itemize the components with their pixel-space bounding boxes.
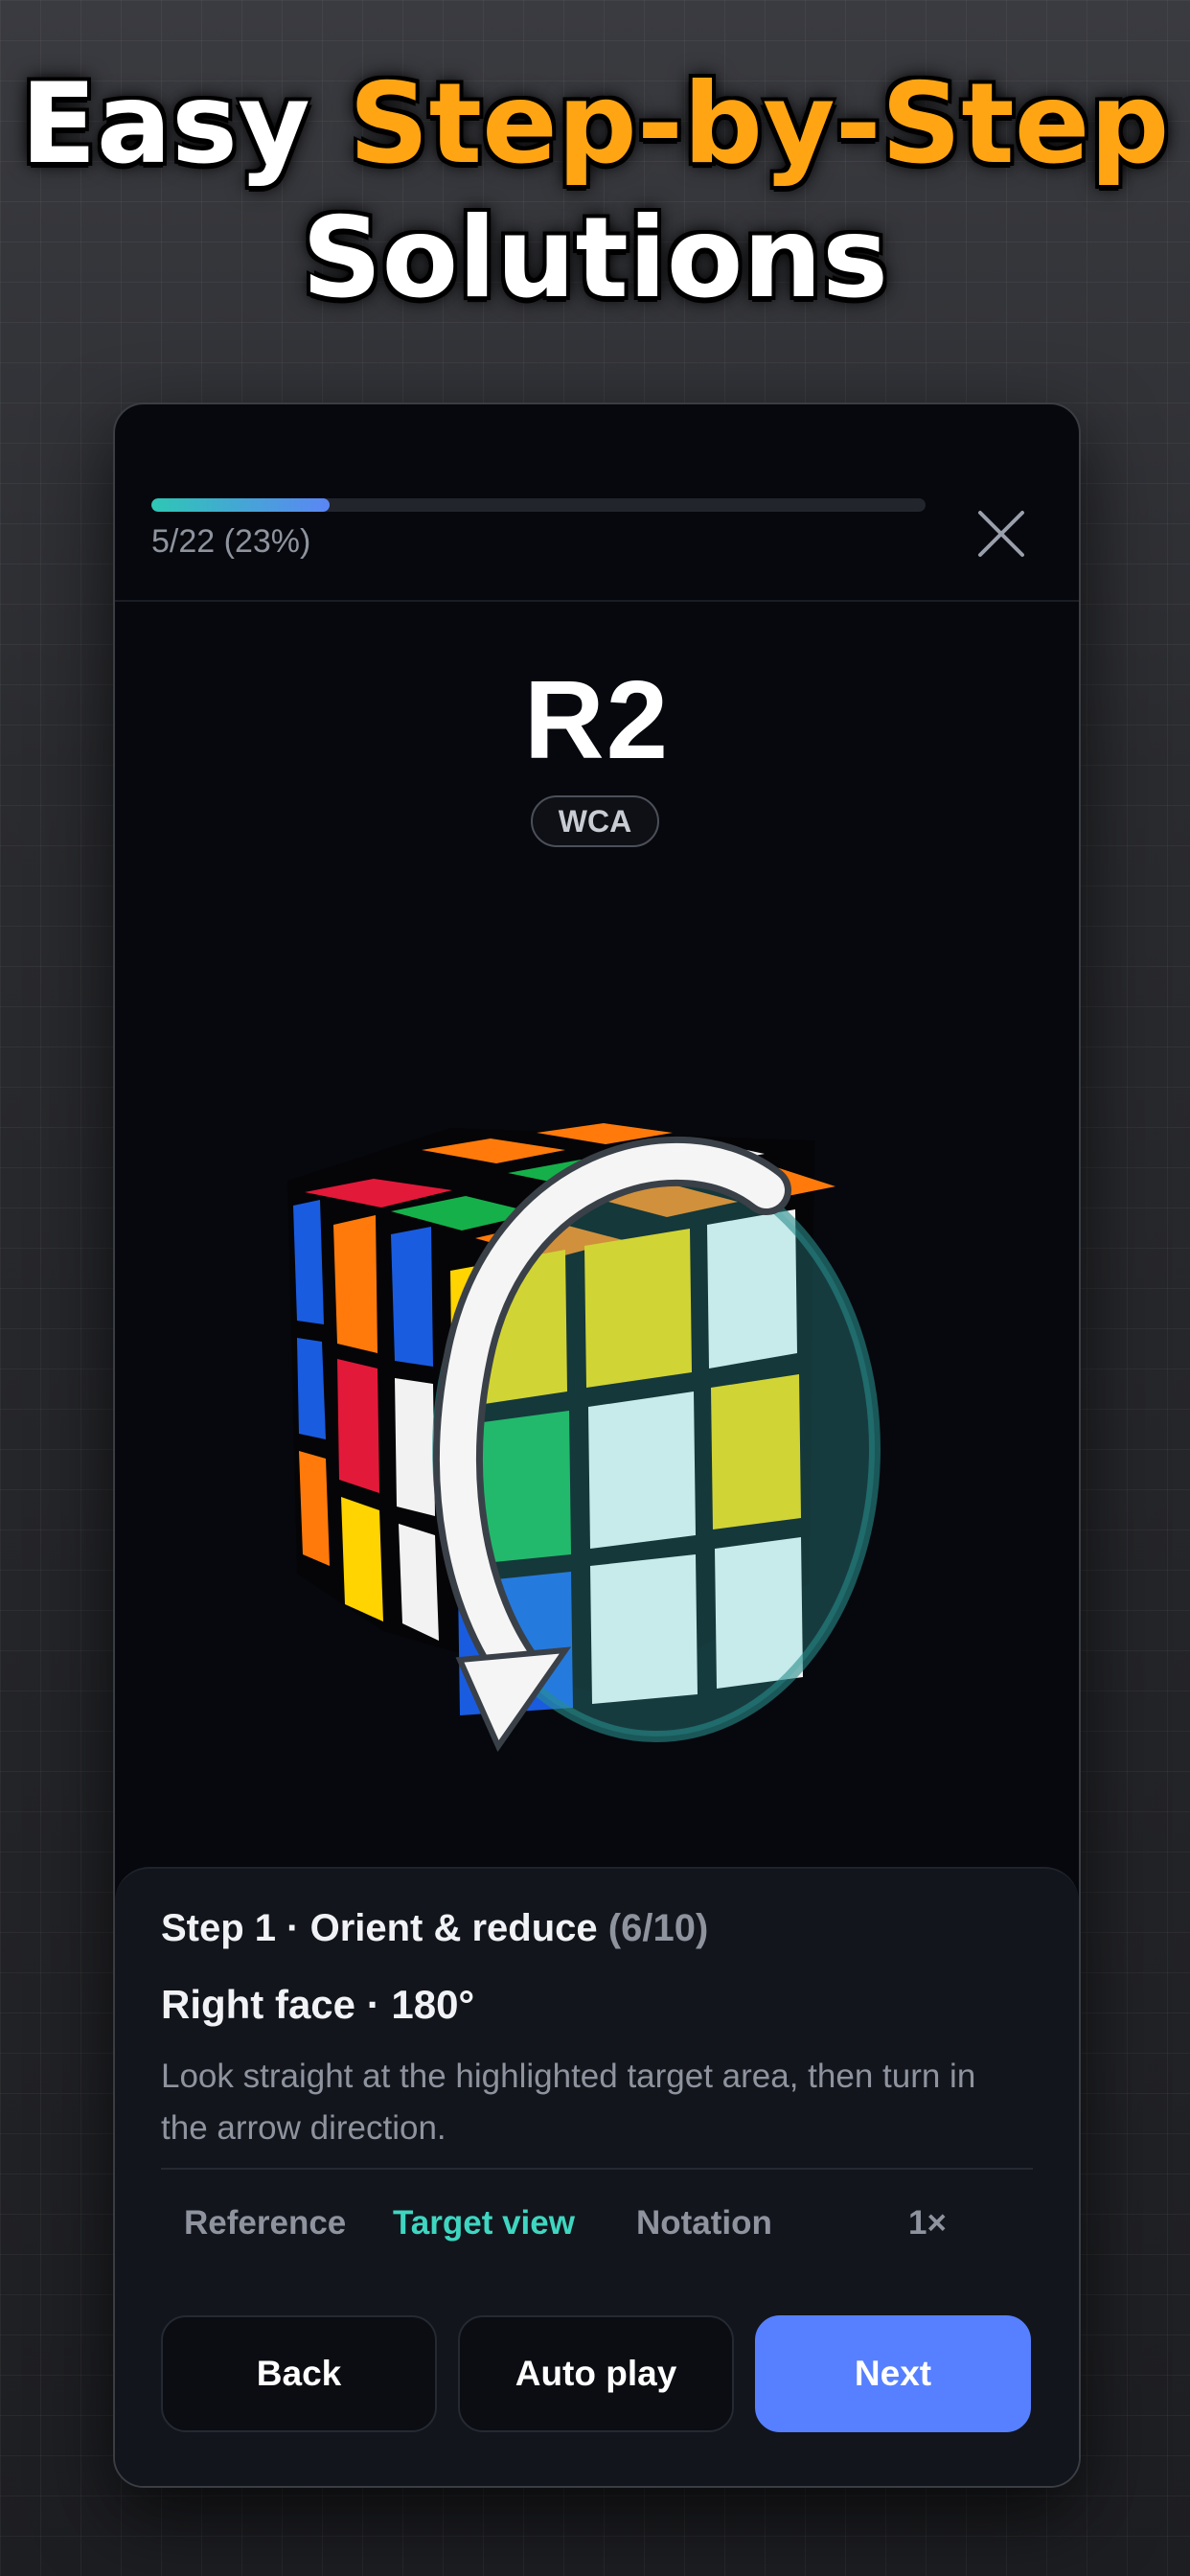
cube-sticker [341,1497,383,1622]
auto-play-button[interactable]: Auto play [458,2315,734,2432]
move-notation: R2 [523,657,671,782]
progress-label: 5/22 (23%) [151,523,311,560]
cube-sticker [299,1451,330,1566]
progress-fill [151,498,330,512]
headline-line-2: Solutions [301,194,889,323]
headline-accent: Step-by-Step [349,59,1170,189]
tab-notation[interactable]: Notation [636,2204,772,2242]
progress-bar [151,498,926,512]
close-icon [978,511,1024,557]
header-divider [115,600,1079,602]
step-title-text: Step 1 · Orient & reduce [161,1907,598,1949]
headline-line-1: Easy Step-by-Step [0,58,1190,192]
cube-sticker [333,1215,378,1353]
panel-divider [161,2168,1033,2170]
view-tabs: Reference Target view Notation 1× [161,2204,1033,2262]
step-subtitle: Right face · 180° [161,1982,475,2027]
promo-headline: Easy Step-by-Step Solutions [0,58,1190,326]
headline-word: Easy [20,59,310,189]
next-button[interactable]: Next [755,2315,1031,2432]
phone-screen: 5/22 (23%) R2 WCA Step 1 · Orient & redu… [113,402,1081,2488]
cube-sticker [337,1359,379,1493]
cube-sticker [391,1227,433,1367]
tab-reference[interactable]: Reference [184,2204,346,2242]
cube-sticker [297,1338,326,1439]
step-title: Step 1 · Orient & reduce (6/10) [161,1907,708,1950]
cube-sticker [395,1378,435,1516]
speed-toggle[interactable]: 1× [908,2204,947,2242]
back-button[interactable]: Back [161,2315,437,2432]
notation-badge: WCA [531,795,659,847]
tab-target-view[interactable]: Target view [393,2204,575,2242]
step-count: (6/10) [607,1907,709,1949]
cube-sticker [399,1524,439,1641]
step-description: Look straight at the highlighted target … [161,2058,976,2147]
close-button[interactable] [968,500,1035,567]
step-panel: Step 1 · Orient & reduce (6/10) Right fa… [115,1867,1079,2486]
cube-sticker [293,1200,324,1324]
